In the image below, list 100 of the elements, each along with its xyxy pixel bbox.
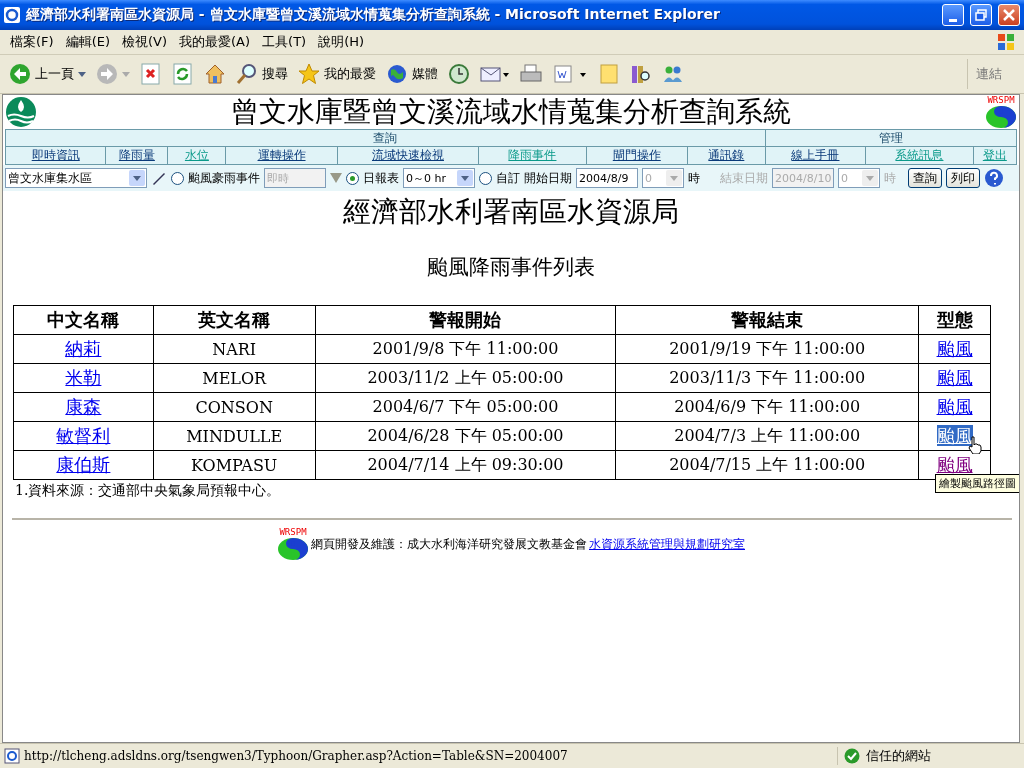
column-header: 英文名稱 xyxy=(153,305,316,335)
nav-link[interactable]: 降雨量 xyxy=(106,147,169,164)
star-icon xyxy=(298,63,320,85)
menu-item[interactable]: 編輯(E) xyxy=(59,33,116,51)
nav-link[interactable]: 流域快速檢視 xyxy=(337,147,480,164)
table-cell: 2001/9/19 下午 11:00:00 xyxy=(615,334,919,364)
table-cell: MELOR xyxy=(153,363,316,393)
books-icon xyxy=(630,63,652,85)
minimize-icon xyxy=(949,18,957,22)
column-header: 警報結束 xyxy=(615,305,919,335)
tooltip: 繪製颱風路徑圖 xyxy=(935,474,1019,493)
close-button[interactable] xyxy=(998,4,1020,26)
nav-link[interactable]: 通訊錄 xyxy=(687,147,765,164)
triangle-icon xyxy=(330,173,342,183)
logo-icon xyxy=(277,537,309,561)
radio-label: 日報表 xyxy=(363,169,399,187)
search-icon xyxy=(236,63,258,85)
menu-item[interactable]: 說明(H) xyxy=(312,33,371,51)
help-icon[interactable] xyxy=(984,168,1004,188)
date-label: 開始日期 xyxy=(524,169,572,187)
media-button[interactable]: 媒體 xyxy=(383,61,441,87)
column-header: 警報開始 xyxy=(315,305,616,335)
table-cell: 2004/7/14 上午 09:30:00 xyxy=(315,450,616,480)
browser-icon xyxy=(4,7,20,23)
table-cell: 2004/6/7 下午 05:00:00 xyxy=(315,392,616,422)
table-cell: NARI xyxy=(153,334,316,364)
table-cell: CONSON xyxy=(153,392,316,422)
typhoon-name-link[interactable]: 納莉 xyxy=(65,338,102,359)
windows-flag-icon xyxy=(996,32,1016,52)
hour-unit: 時 xyxy=(688,169,700,187)
menu-item[interactable]: 檢視(V) xyxy=(116,33,174,51)
radio-button[interactable] xyxy=(479,171,492,185)
caret-icon xyxy=(122,71,130,77)
menu-item[interactable]: 工具(T) xyxy=(256,33,313,51)
radio-button[interactable] xyxy=(346,171,359,185)
table-cell: 2003/11/2 上午 05:00:00 xyxy=(315,363,616,393)
lab-link[interactable]: 水資源系統管理與規劃研究室 xyxy=(589,536,745,553)
table-cell: 2001/9/8 下午 11:00:00 xyxy=(315,334,616,364)
caret-icon xyxy=(866,175,874,181)
close-icon xyxy=(1003,9,1015,21)
radio-label: 自訂 xyxy=(496,169,520,187)
status-url: http://tlcheng.adsldns.org/tsengwen3/Typhoon/Grapher.asp?Action=Table&SN=2004007 xyxy=(24,749,569,763)
logo-text: WRSPM xyxy=(279,528,307,537)
zone-label: 信任的網站 xyxy=(866,747,931,765)
date-label: 結束日期 xyxy=(720,169,768,187)
checkmark-icon xyxy=(844,748,860,764)
nav-link[interactable]: 即時資訊 xyxy=(6,147,107,164)
agency-title: 經濟部水利署南區水資源局 xyxy=(343,194,679,230)
table-cell: 2004/7/15 上午 11:00:00 xyxy=(615,450,919,480)
typhoon-name-link[interactable]: 米勒 xyxy=(65,367,102,388)
menu-item[interactable]: 我的最愛(A) xyxy=(173,33,257,51)
favorites-button[interactable]: 我的最愛 xyxy=(295,61,379,87)
radio-button[interactable] xyxy=(171,171,184,185)
back-button[interactable]: 上一頁 xyxy=(6,61,89,87)
basin-select[interactable]: 曾文水庫集水區 xyxy=(5,168,147,188)
nav-group-label: 管理 xyxy=(765,130,1016,147)
column-header: 型態 xyxy=(918,305,991,335)
table-cell: KOMPASU xyxy=(153,450,316,480)
table-cell: 2004/6/9 下午 11:00:00 xyxy=(615,392,919,422)
table-cell: 2004/7/3 上午 11:00:00 xyxy=(615,421,919,451)
radio-label: 颱風豪雨事件 xyxy=(188,169,260,187)
minimize-button[interactable] xyxy=(942,4,964,26)
table-cell: 2003/11/3 下午 11:00:00 xyxy=(615,363,919,393)
list-title: 颱風降雨事件列表 xyxy=(427,254,595,281)
type-link[interactable]: 颱風 xyxy=(936,425,973,446)
nav-link[interactable]: 線上手冊 xyxy=(765,147,867,164)
document-icon xyxy=(552,63,588,85)
nav-link[interactable]: 閘門操作 xyxy=(586,147,688,164)
refresh-icon xyxy=(172,63,194,85)
footer-text: 網頁開發及維護：成大水利海洋研究發展文教基金會 xyxy=(311,536,587,553)
caret-icon xyxy=(670,175,678,181)
nav-link[interactable]: 運轉操作 xyxy=(226,147,338,164)
logo-icon xyxy=(985,104,1017,129)
column-header: 中文名稱 xyxy=(13,305,154,335)
printer-icon xyxy=(520,63,542,85)
pen-icon xyxy=(151,171,167,185)
menu-item[interactable]: 檔案(F) xyxy=(4,33,60,51)
print-button[interactable]: 列印 xyxy=(946,168,980,188)
logo-text: WRSPM xyxy=(987,95,1015,105)
query-button[interactable]: 查詢 xyxy=(908,168,942,188)
table-cell: MINDULLE xyxy=(153,421,316,451)
typhoon-name-link[interactable]: 康森 xyxy=(65,396,102,417)
window-title: 經濟部水利署南區水資源局 - 曾文水庫暨曾文溪流域水情蒐集分析查詢系統 - Microsoft Internet Explorer xyxy=(26,6,721,24)
date-field[interactable]: 2004/8/9 xyxy=(576,168,638,188)
note-icon xyxy=(598,63,620,85)
caret-icon xyxy=(78,71,86,77)
hour-unit: 時 xyxy=(884,169,896,187)
nav-group-label: 查詢 xyxy=(6,130,765,147)
source-note: 1.資料來源：交通部中央氣象局預報中心。 xyxy=(15,482,281,500)
home-icon xyxy=(204,63,226,85)
globe-icon xyxy=(386,63,408,85)
caret-icon xyxy=(461,175,469,181)
clock-icon xyxy=(448,63,470,85)
range-select[interactable]: 0～0 hr xyxy=(403,168,475,188)
stop-icon xyxy=(140,63,162,85)
restore-button[interactable] xyxy=(970,4,992,26)
search-button[interactable]: 搜尋 xyxy=(233,61,291,87)
system-title: 曾文水庫暨曾文溪流域水情蒐集分析查詢系統 xyxy=(231,95,791,130)
links-label[interactable]: 連結 xyxy=(967,59,1024,89)
restore-icon xyxy=(975,9,987,21)
